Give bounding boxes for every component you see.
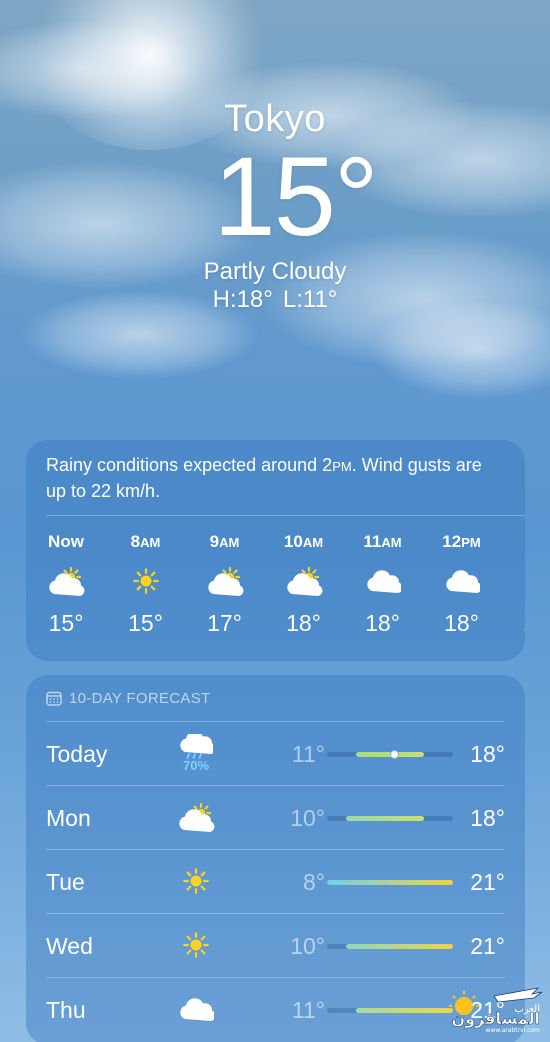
forecast-row[interactable]: Mon 10° 18° xyxy=(46,785,505,849)
temperature-range-bar xyxy=(327,880,453,885)
hour-item: 9AM 17° xyxy=(185,531,264,638)
temperature-range-fill xyxy=(327,880,453,885)
temperature-range-bar xyxy=(327,816,453,821)
hour-item: 8AM 15° xyxy=(106,531,185,638)
forecast-day: Thu xyxy=(46,997,86,1023)
forecast-high: 21° xyxy=(470,869,505,895)
forecast-high: 21° xyxy=(470,933,505,959)
temperature-range-fill xyxy=(346,816,424,821)
temperature-range-fill xyxy=(346,944,453,949)
calendar-icon xyxy=(46,691,62,706)
svg-text:المسافرون: المسافرون xyxy=(451,1009,540,1028)
hour-label: Now xyxy=(48,532,84,551)
forecast-header: 10-DAY FORECAST xyxy=(26,675,525,721)
hourly-summary: Rainy conditions expected around 2PM. Wi… xyxy=(46,455,482,501)
hour-item: Now 15° xyxy=(26,531,106,638)
hour-item: 11AM 18° xyxy=(343,531,422,638)
forecast-low: 10° xyxy=(290,933,325,959)
hour-label: 10AM xyxy=(283,532,324,551)
high-low-temperatures: H:18° L:11° xyxy=(0,286,550,314)
watermark-logo: العرب المسافرون www.arabtrvl.com xyxy=(434,982,544,1034)
current-temp-dot xyxy=(390,750,400,759)
precipitation-chance: 70% xyxy=(182,757,210,773)
forecast-title: 10-DAY FORECAST xyxy=(69,689,211,707)
hour-temperature: 18° xyxy=(444,610,479,636)
cloud-icon xyxy=(422,558,501,604)
cloud-icon xyxy=(343,558,422,604)
weather-condition: Partly Cloudy xyxy=(203,258,347,285)
hour-label: 1PM xyxy=(501,531,525,553)
hour-temperature: 17° xyxy=(207,610,242,636)
hour-label: 12PM xyxy=(442,532,481,551)
forecast-day: Mon xyxy=(46,805,91,831)
temperature-range-fill xyxy=(356,750,424,759)
rain-cloud-icon: 70% xyxy=(176,730,216,776)
forecast-high: 18° xyxy=(470,805,505,831)
forecast-day: Tue xyxy=(46,869,85,895)
cloud-icon xyxy=(501,558,525,604)
low-temperature: L:11° xyxy=(282,286,338,313)
high-temperature: H:18° xyxy=(212,286,273,313)
hour-temperature: 15° xyxy=(128,610,163,636)
forecast-row[interactable]: Wed 10° 21° xyxy=(46,913,505,977)
hour-temperature: 17° xyxy=(501,608,525,638)
forecast-high: 18° xyxy=(470,741,505,767)
hourly-scroll-list[interactable]: Now 15° 8AM 15° 9AM 17° 10AM 18° 11AM 18… xyxy=(26,516,525,638)
forecast-low: 8° xyxy=(303,869,325,895)
hour-temperature: 18° xyxy=(286,610,321,636)
hour-label: 8AM xyxy=(130,532,161,551)
forecast-low: 10° xyxy=(290,805,325,831)
hour-label: 11AM xyxy=(363,532,402,551)
forecast-low: 11° xyxy=(291,741,325,767)
forecast-row[interactable]: Today 70% 11° 18° xyxy=(46,721,505,785)
forecast-day: Wed xyxy=(46,933,93,959)
sun-icon xyxy=(176,858,216,904)
sun-icon xyxy=(176,922,216,968)
partly-cloudy-icon xyxy=(185,558,264,604)
current-weather-header: Tokyo 15° Partly Cloudy H:18° L:11° xyxy=(0,96,550,314)
hour-temperature: 15° xyxy=(48,610,84,636)
sun-icon xyxy=(106,558,185,604)
hour-label: 9AM xyxy=(209,532,240,551)
partly-cloudy-icon xyxy=(176,794,216,840)
hour-item: 1PM 17° xyxy=(501,531,525,638)
cloud-icon xyxy=(176,986,216,1032)
forecast-row[interactable]: Tue 8° 21° xyxy=(46,849,505,913)
current-temperature: 15° xyxy=(213,134,378,259)
hour-temperature: 18° xyxy=(365,610,400,636)
hourly-forecast-card[interactable]: Rainy conditions expected around 2PM. Wi… xyxy=(26,440,525,661)
temperature-range-bar xyxy=(327,944,453,949)
forecast-low: 11° xyxy=(291,997,325,1023)
hour-item: 12PM 18° xyxy=(422,531,501,638)
partly-cloudy-icon xyxy=(264,558,343,604)
forecast-day: Today xyxy=(46,741,108,767)
hour-item: 10AM 18° xyxy=(264,531,343,638)
svg-text:www.arabtrvl.com: www.arabtrvl.com xyxy=(486,1027,541,1034)
partly-cloudy-icon xyxy=(26,558,106,604)
temperature-range-bar xyxy=(327,750,453,759)
